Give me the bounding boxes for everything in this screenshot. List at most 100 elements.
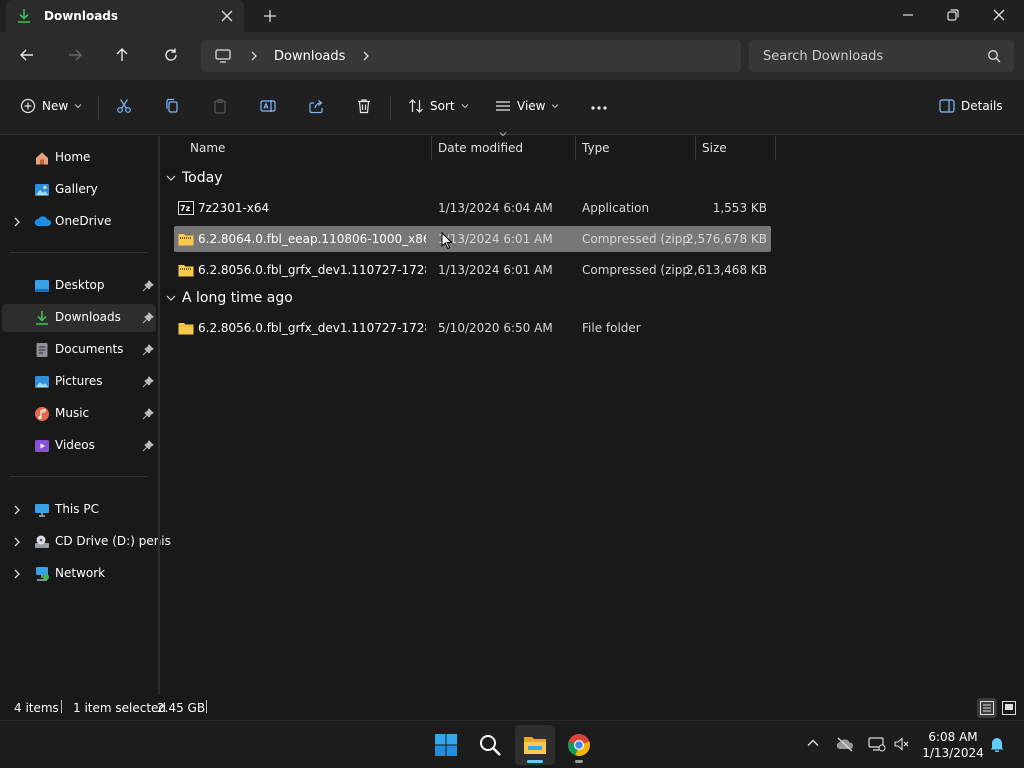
paste-icon[interactable] (212, 98, 228, 114)
new-button[interactable]: New (20, 98, 82, 114)
group-header-today[interactable]: Today (166, 170, 223, 186)
sidebar-item-downloads[interactable]: Downloads (2, 304, 156, 332)
pin-icon[interactable] (142, 376, 154, 388)
table-row-selected[interactable]: 6.2.8064.0.fbl_eeap.110806-1000_x86fre_c… (174, 226, 771, 252)
chevron-right-icon[interactable] (361, 51, 371, 61)
file-size: 2,576,678 KB (686, 232, 767, 246)
system-clock[interactable]: 6:08 AM 1/13/2024 (918, 729, 988, 761)
download-icon (34, 310, 50, 326)
cut-icon[interactable] (116, 98, 132, 114)
chevron-right-icon[interactable] (249, 51, 259, 61)
onedrive-offline-icon[interactable] (836, 736, 854, 752)
copy-icon[interactable] (164, 98, 180, 114)
sidebar-item-gallery[interactable]: Gallery (2, 176, 156, 204)
refresh-icon[interactable] (163, 47, 179, 63)
tiles-view-toggle[interactable] (999, 698, 1019, 718)
column-header-type[interactable]: Type (582, 141, 610, 155)
status-bar: 4 items 1 item selected 2.45 GB (0, 694, 1024, 720)
sidebar-item-pictures[interactable]: Pictures (2, 368, 156, 396)
pin-icon[interactable] (142, 312, 154, 324)
column-divider[interactable] (431, 136, 432, 160)
chevron-right-icon[interactable] (12, 505, 22, 515)
sidebar-item-videos[interactable]: Videos (2, 432, 156, 460)
column-divider[interactable] (575, 136, 576, 160)
plus-icon[interactable] (262, 8, 278, 24)
column-header-name[interactable]: Name (190, 141, 225, 155)
minimize-icon[interactable] (900, 7, 916, 23)
chevron-right-icon[interactable] (12, 537, 22, 547)
notification-bell-icon[interactable] (989, 736, 1005, 752)
sidebar-item-cd-drive[interactable]: CD Drive (D:) penis (2, 528, 171, 556)
volume-muted-icon[interactable] (894, 736, 910, 752)
sidebar-item-home[interactable]: Home (2, 144, 156, 172)
picture-icon (34, 374, 50, 390)
breadcrumb[interactable]: Downloads (274, 49, 345, 64)
view-icon (495, 98, 511, 114)
chevron-down-icon (461, 102, 469, 110)
start-button[interactable] (426, 725, 466, 765)
pin-icon[interactable] (142, 408, 154, 420)
zip-folder-icon (178, 263, 194, 277)
chevron-up-icon[interactable] (806, 736, 820, 750)
column-divider[interactable] (775, 136, 776, 160)
restore-icon[interactable] (945, 7, 961, 23)
taskbar-file-explorer[interactable] (515, 725, 555, 765)
column-header-size[interactable]: Size (702, 141, 727, 155)
address-bar[interactable]: Downloads (201, 40, 741, 72)
network-status-icon[interactable] (868, 736, 886, 752)
sidebar-item-network[interactable]: Network (2, 560, 156, 588)
rename-icon[interactable] (260, 98, 276, 114)
chevron-right-icon[interactable] (12, 217, 22, 227)
item-count: 4 items (14, 701, 59, 715)
taskbar-chrome[interactable] (559, 725, 599, 765)
table-row[interactable]: 6.2.8056.0.fbl_grfx_dev1.110727-1728_x86… (174, 257, 771, 283)
details-view-toggle[interactable] (977, 698, 997, 718)
delete-icon[interactable] (356, 98, 372, 114)
pin-icon[interactable] (142, 440, 154, 452)
sidebar-item-desktop[interactable]: Desktop (2, 272, 156, 300)
sidebar-item-label: Music (55, 406, 90, 420)
more-options-icon[interactable] (590, 105, 608, 111)
table-row[interactable]: 7z 7z2301-x64 1/13/2024 6:04 AM Applicat… (174, 195, 771, 221)
chevron-right-icon[interactable] (12, 569, 22, 579)
file-date: 1/13/2024 6:04 AM (438, 201, 553, 215)
document-icon (34, 342, 50, 358)
view-button[interactable]: View (495, 98, 559, 114)
search-icon[interactable] (987, 49, 1001, 63)
clock-date: 1/13/2024 (922, 746, 984, 760)
pin-icon[interactable] (142, 280, 154, 292)
up-arrow-icon[interactable] (114, 47, 130, 63)
details-label: Details (961, 99, 1003, 113)
desktop-icon (34, 278, 50, 294)
column-header-date-modified[interactable]: Date modified (438, 141, 523, 155)
column-divider[interactable] (695, 136, 696, 160)
close-icon[interactable] (991, 7, 1007, 23)
sort-button[interactable]: Sort (408, 98, 469, 114)
pin-icon[interactable] (142, 344, 154, 356)
sidebar-item-this-pc[interactable]: This PC (2, 496, 156, 524)
chevron-down-icon (166, 293, 176, 303)
share-icon[interactable] (308, 98, 324, 114)
file-type: File folder (582, 321, 641, 335)
view-label: View (517, 99, 546, 113)
tab-downloads[interactable]: Downloads (6, 0, 244, 32)
app-icon: 7z (178, 201, 194, 215)
taskbar-search-button[interactable] (470, 725, 510, 765)
sidebar-item-label: This PC (55, 502, 99, 516)
search-input[interactable]: Search Downloads (749, 40, 1014, 72)
sidebar-item-onedrive[interactable]: OneDrive (2, 208, 156, 236)
sidebar-item-documents[interactable]: Documents (2, 336, 156, 364)
group-header-older[interactable]: A long time ago (166, 290, 293, 306)
file-date: 1/13/2024 6:01 AM (438, 263, 553, 277)
group-label: Today (182, 170, 223, 186)
tab-title: Downloads (44, 9, 119, 23)
pane-splitter[interactable] (158, 136, 160, 694)
forward-arrow-icon[interactable] (67, 47, 83, 63)
details-button[interactable]: Details (939, 98, 1003, 114)
table-row[interactable]: 6.2.8056.0.fbl_grfx_dev1.110727-1728_x86… (174, 315, 771, 341)
sidebar-item-label: OneDrive (55, 214, 112, 228)
close-icon[interactable] (220, 9, 234, 23)
file-name: 6.2.8056.0.fbl_grfx_dev1.110727-1728_x86… (198, 321, 426, 335)
sidebar-item-music[interactable]: Music (2, 400, 156, 428)
back-arrow-icon[interactable] (19, 47, 35, 63)
